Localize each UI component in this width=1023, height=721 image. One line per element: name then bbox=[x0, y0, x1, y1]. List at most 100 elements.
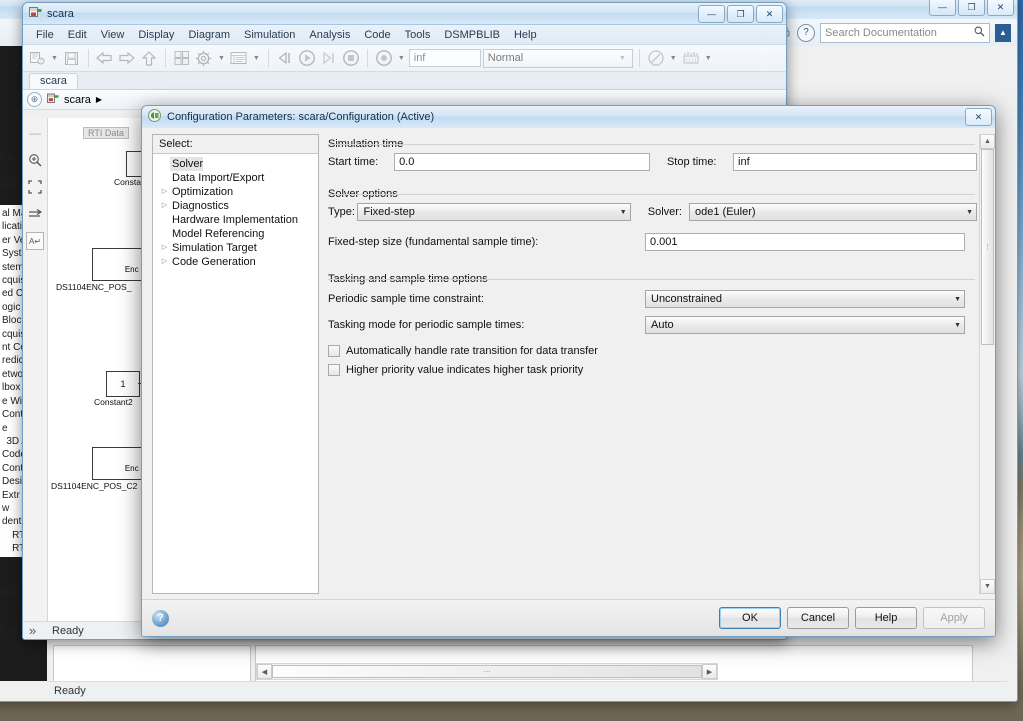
simulink-menubar[interactable]: File Edit View Display Diagram Simulation Anal… bbox=[23, 25, 786, 45]
plus-circle-icon[interactable]: ⊕ bbox=[27, 92, 42, 107]
step-forward-icon[interactable] bbox=[319, 48, 339, 68]
auto-rate-transition-row[interactable]: Automatically handle rate transition for… bbox=[324, 337, 987, 361]
help-ball-icon[interactable]: ? bbox=[152, 609, 169, 627]
breadcrumb-path[interactable]: scara bbox=[64, 94, 91, 106]
config-tree-item-solver[interactable]: Solver bbox=[153, 157, 318, 171]
save-icon[interactable] bbox=[62, 48, 82, 68]
start-time-input[interactable]: 0.0 bbox=[394, 153, 650, 171]
new-model-icon[interactable]: ? bbox=[27, 48, 47, 68]
chevron-down-icon[interactable]: ▼ bbox=[703, 55, 714, 62]
fast-restart-icon[interactable] bbox=[646, 48, 666, 68]
expand-triangle-icon[interactable]: ▷ bbox=[159, 255, 170, 269]
annotation-icon[interactable]: A↵ bbox=[26, 232, 44, 250]
minimize-icon[interactable]: — bbox=[698, 5, 725, 23]
close-icon[interactable]: ✕ bbox=[756, 5, 783, 23]
expand-triangle-icon[interactable]: ▷ bbox=[159, 241, 170, 255]
library-browser-icon[interactable] bbox=[172, 48, 192, 68]
help-circle-icon[interactable]: ? bbox=[797, 23, 815, 42]
simulation-mode-combo[interactable]: Normal ▼ bbox=[482, 48, 633, 68]
menu-help[interactable]: Help bbox=[507, 27, 544, 43]
menu-code[interactable]: Code bbox=[357, 27, 397, 43]
breadcrumb-arrow-icon[interactable]: ▶ bbox=[96, 95, 102, 104]
maximize-icon[interactable]: ❐ bbox=[958, 0, 985, 16]
close-icon[interactable]: ✕ bbox=[965, 108, 992, 126]
arrange-icon[interactable] bbox=[26, 205, 44, 223]
solver-type-combo[interactable]: Fixed-step ▼ bbox=[357, 203, 631, 221]
close-icon[interactable]: ✕ bbox=[987, 0, 1014, 16]
matlab-window-buttons[interactable]: — ❐ ✕ bbox=[929, 0, 1014, 16]
simulink-toolbar[interactable]: ? ▼ ▼ ▼ ▼ inf Normal ▼ ▼ ▼ bbox=[23, 45, 786, 72]
chevron-down-icon[interactable]: ▼ bbox=[49, 55, 60, 62]
scroll-down-arrow-icon[interactable]: ▼ bbox=[980, 579, 995, 594]
forward-arrow-icon[interactable] bbox=[117, 48, 137, 68]
stop-icon[interactable] bbox=[341, 48, 361, 68]
stop-time-field[interactable]: inf bbox=[408, 49, 481, 67]
chevron-down-icon[interactable]: ▼ bbox=[216, 55, 227, 62]
scroll-thumb[interactable]: ⋮ bbox=[981, 149, 994, 345]
chevron-down-icon[interactable]: ▼ bbox=[396, 55, 407, 62]
help-button[interactable]: Help bbox=[855, 607, 917, 629]
scroll-up-arrow-icon[interactable]: ▲ bbox=[980, 134, 995, 149]
menu-edit[interactable]: Edit bbox=[61, 27, 94, 43]
auto-rate-transition-checkbox[interactable] bbox=[328, 345, 340, 357]
chevron-down-icon[interactable]: ▼ bbox=[251, 55, 262, 62]
config-tree-item-model-referencing[interactable]: Model Referencing bbox=[153, 227, 318, 241]
expand-triangle-icon[interactable]: ▷ bbox=[159, 199, 170, 213]
config-tree-item-data-import-export[interactable]: Data Import/Export bbox=[153, 171, 318, 185]
back-arrow-icon[interactable] bbox=[95, 48, 115, 68]
config-dialog-titlebar[interactable]: Configuration Parameters: scara/Configur… bbox=[142, 106, 995, 129]
config-tree-item-simulation-target[interactable]: ▷ Simulation Target bbox=[153, 241, 318, 255]
step-back-icon[interactable] bbox=[275, 48, 295, 68]
cancel-button[interactable]: Cancel bbox=[787, 607, 849, 629]
config-tree-item-optimization[interactable]: ▷ Optimization bbox=[153, 185, 318, 199]
expand-triangle-icon[interactable]: ▷ bbox=[159, 185, 170, 199]
maximize-icon[interactable]: ❐ bbox=[727, 5, 754, 23]
configuration-parameters-dialog[interactable]: Configuration Parameters: scara/Configur… bbox=[141, 105, 996, 637]
solver-combo[interactable]: ode1 (Euler) ▼ bbox=[689, 203, 977, 221]
block-constant2[interactable]: 1 bbox=[106, 371, 140, 397]
menu-analysis[interactable]: Analysis bbox=[302, 27, 357, 43]
simulink-window-buttons[interactable]: — ❐ ✕ bbox=[698, 5, 783, 23]
config-category-tree[interactable]: Solver Data Import/Export ▷ Optimization ▷ Di… bbox=[153, 154, 318, 269]
fixed-step-size-input[interactable]: 0.001 bbox=[645, 233, 965, 251]
periodic-constraint-combo[interactable]: Unconstrained ▼ bbox=[645, 290, 965, 308]
run-icon[interactable] bbox=[297, 48, 317, 68]
select-pane[interactable]: Select: Solver Data Import/Export ▷ Optimiz… bbox=[152, 134, 319, 594]
stop-time-input[interactable]: inf bbox=[733, 153, 977, 171]
settings-vertical-scrollbar[interactable]: ▲ ⋮ ▼ bbox=[979, 134, 995, 594]
search-documentation-input[interactable]: Search Documentation bbox=[820, 22, 990, 43]
simulink-tabstrip[interactable]: scara bbox=[23, 72, 786, 90]
scroll-thumb[interactable]: ⋯ bbox=[272, 665, 702, 678]
annotation-rti-data[interactable]: RTI Data bbox=[83, 127, 129, 139]
data-inspector-icon[interactable] bbox=[681, 48, 701, 68]
config-dialog-window-buttons[interactable]: ✕ bbox=[965, 108, 992, 126]
menu-view[interactable]: View bbox=[94, 27, 132, 43]
chevron-down-icon[interactable]: ▼ bbox=[668, 55, 679, 62]
canvas-tool-strip[interactable]: — A↵ bbox=[23, 118, 48, 621]
menu-simulation[interactable]: Simulation bbox=[237, 27, 302, 43]
up-arrow-icon[interactable] bbox=[139, 48, 159, 68]
command-window-horizontal-scrollbar[interactable]: ◀ ⋯ ▶ bbox=[256, 663, 718, 680]
config-tree-item-hardware-implementation[interactable]: Hardware Implementation bbox=[153, 213, 318, 227]
expand-panel-icon[interactable]: » bbox=[29, 623, 36, 638]
menu-diagram[interactable]: Diagram bbox=[181, 27, 237, 43]
menu-file[interactable]: File bbox=[29, 27, 61, 43]
collapse-icon[interactable]: ▲ bbox=[995, 23, 1011, 42]
model-explorer-icon[interactable] bbox=[229, 48, 249, 68]
fit-to-view-icon[interactable] bbox=[26, 178, 44, 196]
config-tree-item-diagnostics[interactable]: ▷ Diagnostics bbox=[153, 199, 318, 213]
higher-priority-checkbox[interactable] bbox=[328, 364, 340, 376]
dialog-buttons[interactable]: OK Cancel Help Apply bbox=[713, 607, 985, 629]
build-icon[interactable] bbox=[374, 48, 394, 68]
zoom-icon[interactable] bbox=[26, 151, 44, 169]
menu-display[interactable]: Display bbox=[131, 27, 181, 43]
scroll-right-arrow-icon[interactable]: ▶ bbox=[702, 664, 717, 679]
ok-button[interactable]: OK bbox=[719, 607, 781, 629]
menu-dsmpblib[interactable]: DSMPBLIB bbox=[437, 27, 507, 43]
scroll-left-arrow-icon[interactable]: ◀ bbox=[257, 664, 272, 679]
menu-tools[interactable]: Tools bbox=[398, 27, 438, 43]
minimize-icon[interactable]: — bbox=[929, 0, 956, 16]
simulink-titlebar[interactable]: scara — ❐ ✕ bbox=[23, 3, 786, 25]
tab-scara[interactable]: scara bbox=[29, 73, 78, 89]
higher-priority-row[interactable]: Higher priority value indicates higher t… bbox=[324, 361, 987, 380]
